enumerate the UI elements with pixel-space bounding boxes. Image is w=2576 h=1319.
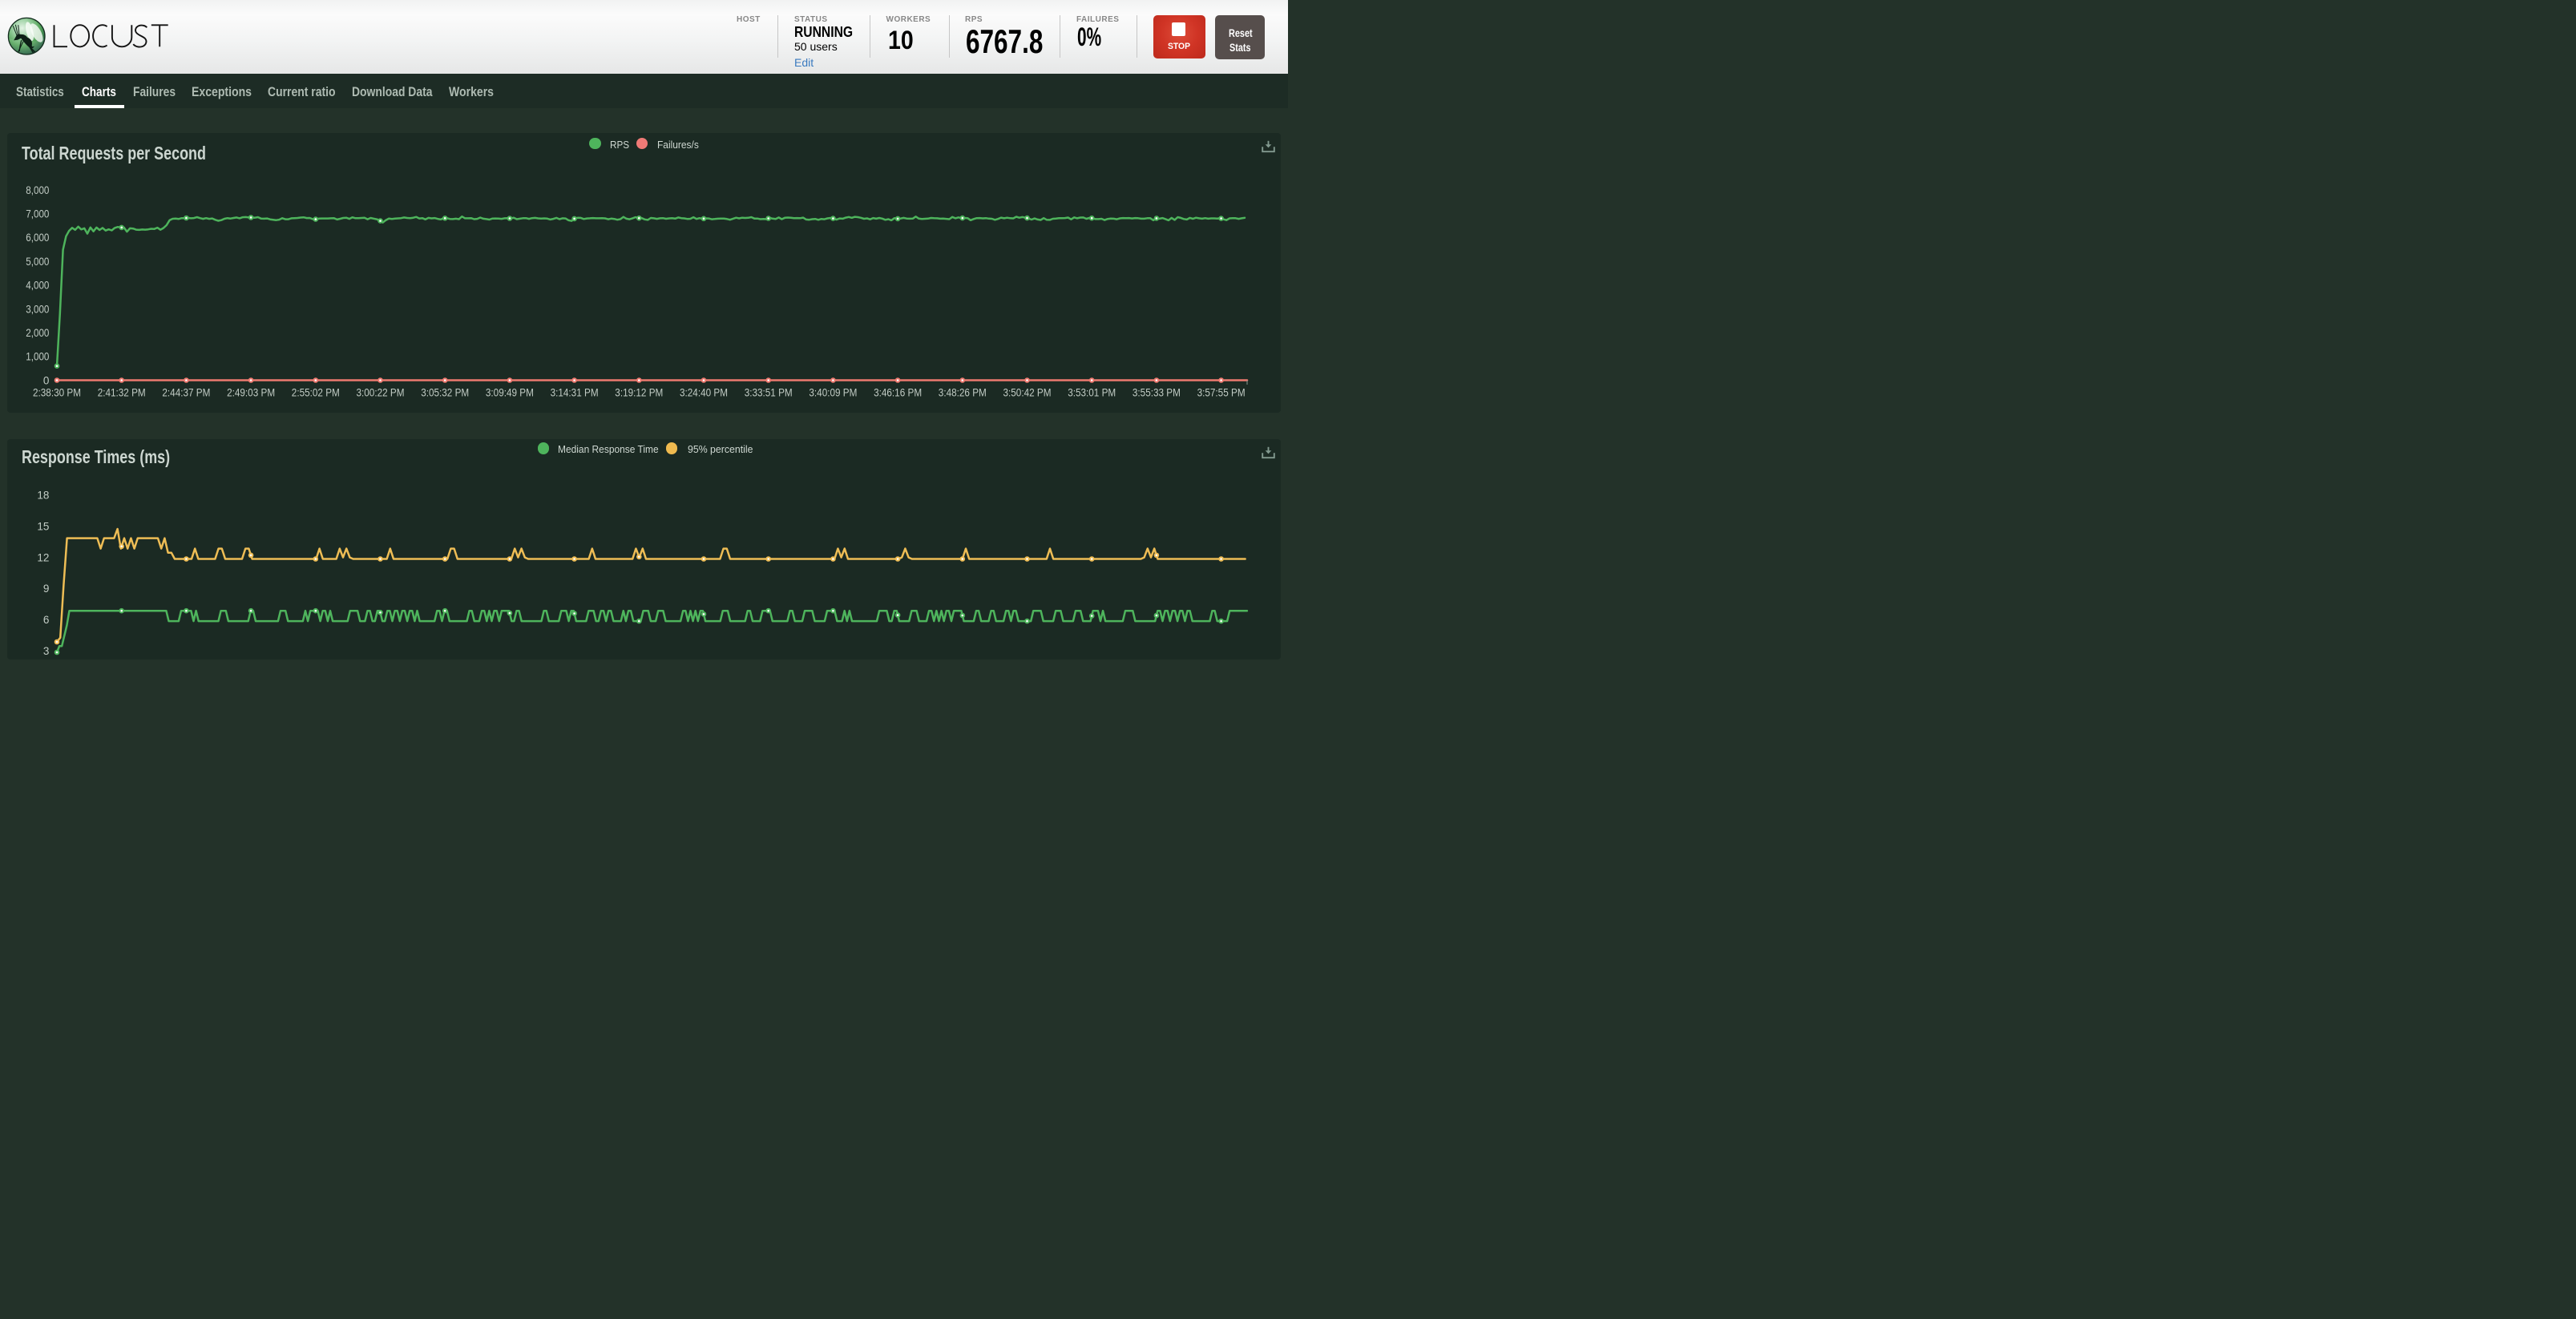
svg-text:3:57:55 PM: 3:57:55 PM (1197, 386, 1246, 398)
svg-text:3:55:33 PM: 3:55:33 PM (1133, 386, 1181, 398)
svg-text:3:09:49 PM: 3:09:49 PM (486, 386, 534, 398)
svg-text:18: 18 (37, 490, 49, 502)
svg-text:3:53:01 PM: 3:53:01 PM (1068, 386, 1116, 398)
svg-text:3:33:51 PM: 3:33:51 PM (745, 386, 793, 398)
svg-text:3:46:16 PM: 3:46:16 PM (874, 386, 922, 398)
svg-text:2:49:03 PM: 2:49:03 PM (227, 386, 275, 398)
svg-text:2,000: 2,000 (26, 327, 49, 339)
svg-text:2:41:32 PM: 2:41:32 PM (98, 386, 146, 398)
svg-text:6,000: 6,000 (26, 232, 49, 244)
svg-text:3:00:22 PM: 3:00:22 PM (357, 386, 405, 398)
svg-text:3:48:26 PM: 3:48:26 PM (939, 386, 987, 398)
svg-text:2:38:30 PM: 2:38:30 PM (33, 386, 81, 398)
svg-text:1,000: 1,000 (26, 351, 49, 363)
svg-text:7,000: 7,000 (26, 208, 49, 220)
svg-text:5,000: 5,000 (26, 256, 49, 268)
svg-text:3: 3 (43, 645, 50, 657)
svg-text:4,000: 4,000 (26, 280, 49, 292)
svg-text:3:05:32 PM: 3:05:32 PM (421, 386, 469, 398)
svg-text:3:19:12 PM: 3:19:12 PM (615, 386, 663, 398)
svg-text:2:44:37 PM: 2:44:37 PM (162, 386, 210, 398)
svg-text:3:24:40 PM: 3:24:40 PM (680, 386, 728, 398)
svg-text:2:55:02 PM: 2:55:02 PM (292, 386, 340, 398)
svg-text:6: 6 (43, 614, 50, 626)
svg-text:3,000: 3,000 (26, 303, 49, 315)
svg-text:3:50:42 PM: 3:50:42 PM (1003, 386, 1052, 398)
svg-text:3:14:31 PM: 3:14:31 PM (551, 386, 599, 398)
svg-text:8,000: 8,000 (26, 184, 49, 196)
svg-text:12: 12 (37, 551, 49, 563)
svg-text:3:40:09 PM: 3:40:09 PM (809, 386, 857, 398)
svg-text:0: 0 (43, 374, 50, 386)
svg-text:15: 15 (37, 521, 49, 533)
svg-text:9: 9 (43, 583, 50, 595)
